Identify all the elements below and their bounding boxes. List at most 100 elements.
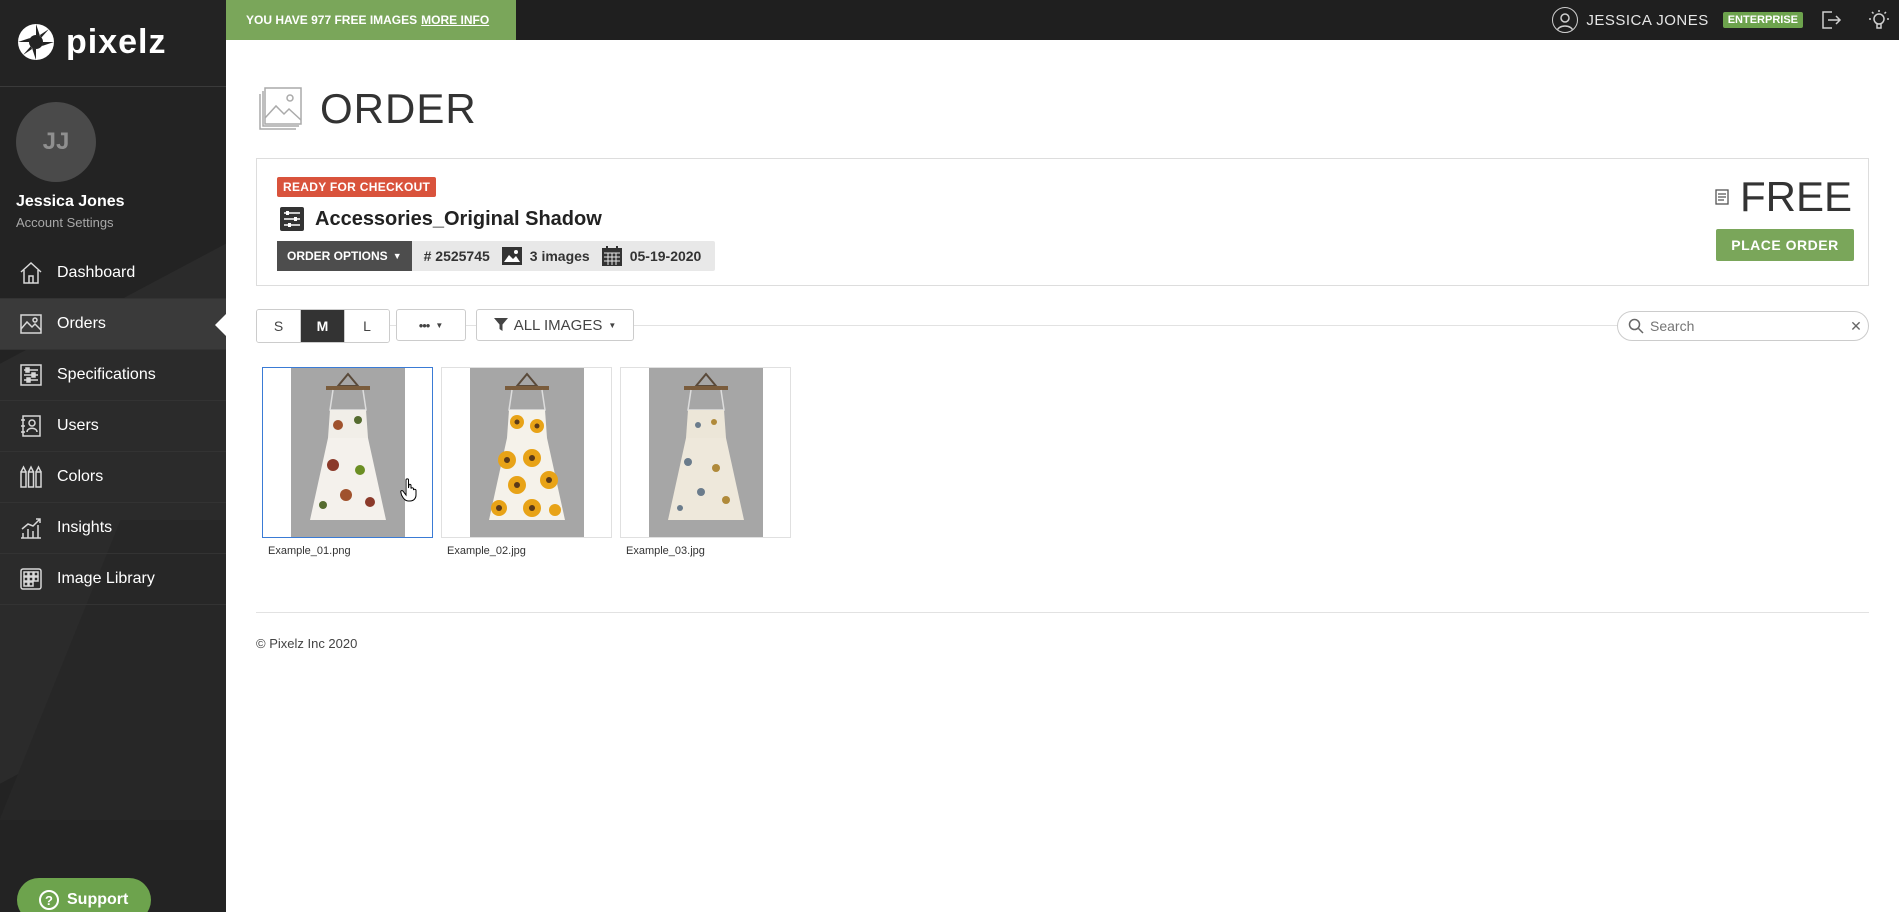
size-medium-button[interactable]: M: [301, 310, 345, 342]
more-info-link[interactable]: MORE INFO: [421, 13, 489, 27]
sidebar-nav: Dashboard Orders Specifications Users Co…: [0, 248, 226, 605]
pixelz-logo[interactable]: pixelz: [16, 22, 166, 62]
specification-icon: [280, 207, 304, 231]
chart-icon: [18, 515, 44, 541]
order-summary-card: READY FOR CHECKOUT Accessories_Original …: [256, 158, 1869, 286]
thumbnail-size-toggle: S M L: [256, 309, 390, 343]
image-filename: Example_02.jpg: [447, 545, 526, 557]
order-meta: ORDER OPTIONS ▼ # 2525745 3 images 05-19…: [277, 241, 716, 271]
place-order-button[interactable]: PLACE ORDER: [1716, 229, 1854, 261]
image-thumbnail[interactable]: [620, 367, 791, 538]
filter-dropdown[interactable]: ALL IMAGES ▼: [476, 309, 634, 341]
gallery-toolbar: S M L ••• ▼ ALL IMAGES ▼ ✕: [256, 309, 1869, 343]
lightbulb-icon: [1869, 10, 1889, 29]
size-large-button[interactable]: L: [345, 310, 389, 342]
dress-photo: [648, 368, 763, 537]
dress-image-white-floral: [309, 372, 386, 520]
images-count-text: 3 images: [529, 248, 590, 264]
divider: [256, 612, 1869, 613]
caret-down-icon: ▼: [435, 320, 444, 330]
sidebar-item-label: Orders: [57, 315, 106, 332]
sidebar-item-label: Image Library: [57, 570, 155, 587]
promo-text: YOU HAVE 977 FREE IMAGES: [246, 13, 418, 27]
address-book-icon: [18, 413, 44, 439]
sidebar-item-dashboard[interactable]: Dashboard: [0, 248, 226, 299]
order-number: # 2525745: [424, 248, 490, 264]
user-icon[interactable]: [1552, 7, 1579, 33]
sidebar-item-image-library[interactable]: Image Library: [0, 554, 226, 605]
hand-cursor-icon: [400, 478, 417, 502]
user-name: Jessica Jones: [16, 193, 125, 210]
sidebar-item-users[interactable]: Users: [0, 401, 226, 452]
order-date: 05-19-2020: [601, 246, 702, 266]
dress-image-sunflower: [488, 372, 565, 520]
free-images-banner: YOU HAVE 977 FREE IMAGES MORE INFO: [226, 0, 516, 40]
images-icon: [501, 247, 522, 265]
home-icon: [18, 260, 44, 286]
order-options-label: ORDER OPTIONS: [287, 249, 388, 263]
theme-toggle-button[interactable]: [1859, 0, 1899, 40]
divider: [0, 86, 226, 87]
status-badge: READY FOR CHECKOUT: [277, 177, 437, 197]
calendar-icon: [601, 246, 622, 266]
sidebar-item-label: Insights: [57, 519, 113, 536]
search-icon: [1628, 318, 1644, 334]
image-filename: Example_01.png: [268, 545, 351, 557]
filter-icon: [493, 318, 508, 331]
image-thumbnail[interactable]: [262, 367, 433, 538]
color-swatch-icon: [18, 464, 44, 490]
price-area: FREE: [1714, 173, 1852, 221]
image-tile[interactable]: Example_03.jpg: [620, 367, 791, 557]
logout-button[interactable]: [1811, 0, 1851, 40]
receipt-icon[interactable]: [1714, 189, 1730, 205]
dress-image-cream-floral: [667, 372, 744, 520]
support-button[interactable]: ? Support: [17, 878, 151, 912]
sidebar-item-label: Specifications: [57, 366, 156, 383]
order-name[interactable]: Accessories_Original Shadow: [315, 208, 602, 231]
filter-label: ALL IMAGES: [513, 316, 603, 334]
image-stack-icon: [259, 87, 302, 130]
sidebar-item-colors[interactable]: Colors: [0, 452, 226, 503]
search-input[interactable]: [1650, 318, 1844, 334]
sidebar: pixelz JJ Jessica Jones Account Settings…: [0, 0, 226, 912]
image-tile[interactable]: Example_02.jpg: [441, 367, 612, 557]
sliders-icon: [18, 362, 44, 388]
order-name-row: Accessories_Original Shadow: [279, 206, 602, 232]
sidebar-item-insights[interactable]: Insights: [0, 503, 226, 554]
top-user-area: JESSICA JONES ENTERPRISE: [1552, 0, 1899, 40]
avatar[interactable]: JJ: [16, 102, 96, 182]
clear-search-icon[interactable]: ✕: [1844, 318, 1868, 335]
sidebar-item-orders[interactable]: Orders: [0, 299, 226, 350]
sidebar-item-label: Dashboard: [57, 264, 136, 281]
search-box: ✕: [1617, 311, 1869, 341]
plan-badge: ENTERPRISE: [1722, 12, 1803, 28]
sidebar-item-specifications[interactable]: Specifications: [0, 350, 226, 401]
image-filename: Example_03.jpg: [626, 545, 705, 557]
page-header: ORDER: [256, 84, 477, 134]
image-gallery: Example_01.png Example_02.jpg Example_03…: [262, 367, 791, 557]
image-tile[interactable]: Example_01.png: [262, 367, 433, 557]
size-small-button[interactable]: S: [257, 310, 301, 342]
caret-down-icon: ▼: [392, 251, 402, 261]
account-settings-link[interactable]: Account Settings: [16, 215, 114, 230]
logout-icon: [1822, 11, 1842, 29]
more-dots-icon: •••: [418, 317, 431, 333]
sidebar-item-label: Colors: [57, 468, 104, 485]
top-bar: YOU HAVE 977 FREE IMAGES MORE INFO JESSI…: [226, 0, 1899, 40]
order-options-button[interactable]: ORDER OPTIONS ▼: [277, 241, 412, 271]
support-label: Support: [67, 891, 129, 908]
more-actions-button[interactable]: ••• ▼: [396, 309, 466, 341]
image-thumbnail[interactable]: [441, 367, 612, 538]
images-count: 3 images: [501, 247, 590, 265]
pixelz-logo-icon: [18, 24, 54, 60]
copyright: © Pixelz Inc 2020: [256, 636, 358, 651]
grid-icon: [18, 566, 44, 592]
avatar-initials: JJ: [42, 128, 70, 155]
order-date-text: 05-19-2020: [629, 248, 702, 264]
sidebar-item-label: Users: [57, 417, 99, 434]
page-title: ORDER: [320, 85, 477, 132]
caret-down-icon: ▼: [608, 320, 617, 330]
top-user-name[interactable]: JESSICA JONES: [1586, 12, 1708, 29]
order-price: FREE: [1739, 173, 1852, 220]
brand-name: pixelz: [66, 22, 167, 61]
